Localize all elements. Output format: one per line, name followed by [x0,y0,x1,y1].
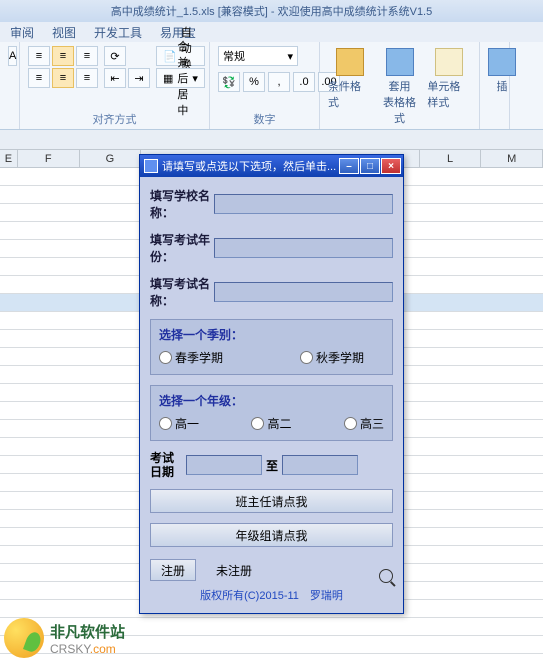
font-small-btn[interactable]: A [8,46,17,66]
dialog-titlebar[interactable]: 请填写或点选以下选项，然后单击... – □ × [140,155,403,177]
register-button[interactable]: 注册 [150,559,196,581]
ribbon-tabs: 审阅 视图 开发工具 易用宝 [0,22,543,42]
semester-title: 选择一个季别： [159,326,384,343]
col-header-E[interactable]: E [0,150,18,167]
merge-icon: ▦ [163,72,173,85]
align-group: ≡ ≡ ≡ ≡ ≡ ≡ ⟳ ⇤ ⇥ 📄自动换行 ▦合并后居中▾ 对齐方式 [20,42,210,129]
dialog-body: 填写学校名称： 填写考试年份： 填写考试名称： 选择一个季别： 春季学期 秋季学… [140,177,403,613]
comma-btn[interactable]: , [268,72,290,92]
input-dialog: 请填写或点选以下选项，然后单击... – □ × 填写学校名称： 填写考试年份：… [139,154,404,614]
tab-review[interactable]: 审阅 [10,24,34,41]
chevron-down-icon: ▾ [192,72,198,85]
school-input[interactable] [214,194,393,214]
year-input[interactable] [214,238,393,258]
merge-center-btn[interactable]: ▦合并后居中▾ [156,68,205,88]
window-title-bar: 高中成绩统计_1.5.xls [兼容模式] - 欢迎使用高中成绩统计系统V1.5 [0,0,543,22]
register-status: 未注册 [216,562,252,579]
cond-fmt-icon [336,48,364,76]
exam-name-label: 填写考试名称： [150,275,214,309]
align-top-center-btn[interactable]: ≡ [52,46,74,66]
grade3-radio[interactable]: 高三 [344,415,384,432]
date-from-input[interactable] [186,455,262,475]
percent-btn[interactable]: % [243,72,265,92]
align-top-right-btn[interactable]: ≡ [76,46,98,66]
col-header-L[interactable]: L [420,150,482,167]
col-header-G[interactable]: G [80,150,142,167]
align-bottom-center-btn[interactable]: ≡ [52,68,74,88]
insert-group: 插 [480,42,510,129]
decrease-indent-btn[interactable]: ⇤ [104,68,126,88]
tab-view[interactable]: 视图 [52,24,76,41]
dialog-title: 请填写或点选以下选项，然后单击... [162,158,339,174]
watermark: 非凡软件站 CRSKY.com [4,618,125,658]
align-group-label: 对齐方式 [28,111,201,127]
grade1-radio[interactable]: 高一 [159,415,199,432]
grade2-radio[interactable]: 高二 [251,415,291,432]
minimize-button[interactable]: – [339,158,359,174]
window-title: 高中成绩统计_1.5.xls [兼容模式] - 欢迎使用高中成绩统计系统V1.5 [111,3,432,19]
semester-group: 选择一个季别： 春季学期 秋季学期 [150,319,393,375]
cell-style-icon [435,48,463,76]
table-fmt-icon [386,48,414,76]
date-to-label: 至 [266,457,278,474]
currency-btn[interactable]: 💱 [218,72,240,92]
grade-title: 选择一个年级： [159,392,384,409]
align-top-left-btn[interactable]: ≡ [28,46,50,66]
watermark-en: CRSKY.com [50,642,125,656]
grade-group-button[interactable]: 年级组请点我 [150,523,393,547]
school-label: 填写学校名称： [150,187,214,221]
autumn-semester-radio[interactable]: 秋季学期 [300,349,364,366]
watermark-logo-icon [4,618,44,658]
orientation-btn[interactable]: ⟳ [104,46,126,66]
wrap-icon: 📄 [163,50,177,63]
insert-btn[interactable]: 插 [488,46,516,94]
increase-indent-btn[interactable]: ⇥ [128,68,150,88]
insert-icon [488,48,516,76]
dialog-icon [144,159,158,173]
number-group-label: 数字 [218,111,311,127]
date-to-input[interactable] [282,455,358,475]
class-teacher-button[interactable]: 班主任请点我 [150,489,393,513]
chevron-down-icon: ▾ [287,50,293,63]
spring-semester-radio[interactable]: 春季学期 [159,349,223,366]
table-format-btn[interactable]: 套用 表格格式 [378,46,422,126]
col-header-M[interactable]: M [481,150,543,167]
style-group: 条件格式 套用 表格格式 单元格样式 样式 [320,42,480,129]
date-label: 考试日期 [150,451,182,479]
align-bottom-left-btn[interactable]: ≡ [28,68,50,88]
grade-group: 选择一个年级： 高一 高二 高三 [150,385,393,441]
tab-dev-tools[interactable]: 开发工具 [94,24,142,41]
conditional-format-btn[interactable]: 条件格式 [328,46,372,110]
number-group: 常规▾ 💱 % , .0 .00 数字 [210,42,320,129]
watermark-cn: 非凡软件站 [50,621,125,642]
cell-style-btn[interactable]: 单元格样式 [427,46,471,110]
ribbon: A ≡ ≡ ≡ ≡ ≡ ≡ ⟳ ⇤ ⇥ 📄自动换行 ▦合并后居中▾ [0,42,543,130]
number-format-combo[interactable]: 常规▾ [218,46,298,66]
col-header-F[interactable]: F [18,150,80,167]
maximize-button[interactable]: □ [360,158,380,174]
increase-decimal-btn[interactable]: .0 [293,72,315,92]
close-button[interactable]: × [381,158,401,174]
magnifier-icon[interactable] [379,569,393,583]
copyright-text: 版权所有(C)2015-11 罗瑞明 [150,581,393,605]
exam-name-input[interactable] [214,282,393,302]
year-label: 填写考试年份： [150,231,214,265]
align-bottom-right-btn[interactable]: ≡ [76,68,98,88]
